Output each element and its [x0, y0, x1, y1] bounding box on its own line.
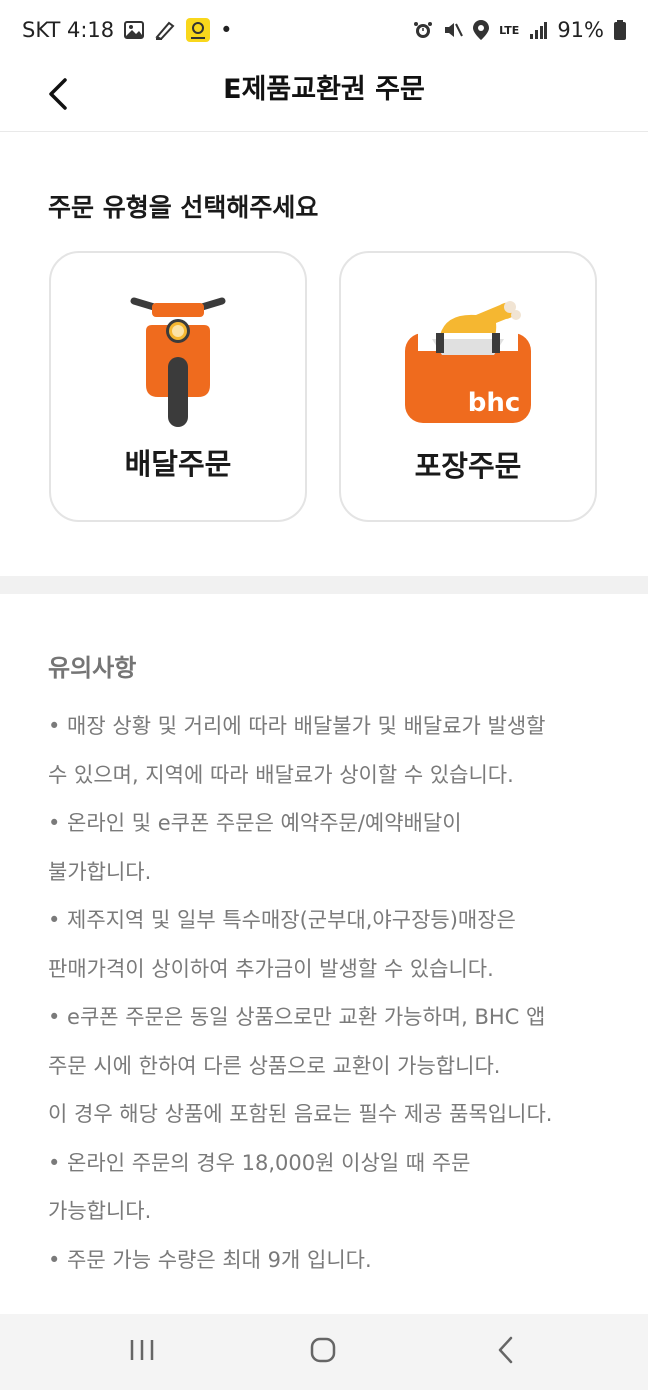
delivery-order-label: 배달주문 [124, 447, 232, 481]
notice-line: 가능합니다. [48, 1199, 152, 1223]
back-icon [497, 1336, 515, 1368]
notice-line: 판매가격이 상이하여 추가금이 발생할 수 있습니다. [48, 956, 494, 981]
app-notification-icon [186, 18, 211, 42]
status-bar: SKT 4:18 • LTE 91% [0, 0, 648, 60]
bhc-logo-text: bhc [468, 388, 521, 418]
delivery-order-card[interactable]: 배달주문 [49, 251, 307, 522]
signal-icon [529, 21, 548, 39]
notice-line: 이 경우 해당 상품에 포함된 음료는 필수 제공 품목입니다. [48, 1102, 553, 1126]
page-title: E제품교환권 주문 [223, 74, 425, 105]
battery-percent: 91% [557, 18, 604, 42]
notice-line: • 제주지역 및 일부 특수매장(군부대,야구장등)매장은 [48, 908, 516, 932]
notice-title: 유의사항 [48, 654, 137, 682]
mute-icon [443, 20, 463, 40]
location-icon [473, 20, 490, 40]
notice-line: • 온라인 주문의 경우 18,000원 이상일 때 주문 [48, 1150, 471, 1175]
battery-icon [614, 20, 626, 40]
notice-line: • 온라인 및 e쿠폰 주문은 예약주문/예약배달이 [48, 811, 462, 835]
status-left: SKT 4:18 • [22, 18, 233, 42]
app-header: E제품교환권 주문 [0, 60, 648, 132]
system-nav-bar [0, 1314, 648, 1390]
alarm-icon [413, 20, 433, 40]
recent-apps-icon [129, 1338, 155, 1366]
notice-line: • 매장 상황 및 거리에 따라 배달불가 및 배달료가 발생할 [48, 714, 546, 738]
scooter-icon [51, 293, 305, 431]
home-icon [310, 1337, 336, 1367]
pen-icon [154, 20, 176, 40]
status-dot: • [220, 18, 233, 42]
notice-line: • 주문 가능 수량은 최대 9개 입니다. [48, 1247, 372, 1272]
notice-line: 불가합니다. [48, 859, 152, 884]
home-button[interactable] [303, 1332, 343, 1372]
notice-line: 수 있으며, 지역에 따라 배달료가 상이할 수 있습니다. [48, 762, 514, 787]
status-right: LTE 91% [413, 18, 626, 42]
notice-line: • e쿠폰 주문은 동일 상품으로만 교환 가능하며, BHC 앱 [48, 1005, 546, 1029]
network-type: LTE [499, 23, 520, 37]
recent-apps-button[interactable] [122, 1332, 162, 1372]
takeout-order-label: 포장주문 [414, 449, 522, 483]
section-divider [0, 576, 648, 594]
image-icon [124, 21, 145, 39]
carrier-time: SKT 4:18 [22, 18, 115, 42]
system-back-button[interactable] [486, 1332, 526, 1372]
notice-list: • 매장 상황 및 거리에 따라 배달불가 및 배달료가 발생할 수 있으며, … [48, 702, 628, 1284]
takeout-order-card[interactable]: bhc 포장주문 [339, 251, 597, 522]
chicken-box-icon: bhc [341, 299, 595, 425]
notice-line: 주문 시에 한하여 다른 상품으로 교환이 가능합니다. [48, 1053, 501, 1078]
order-type-heading: 주문 유형을 선택해주세요 [48, 193, 319, 222]
